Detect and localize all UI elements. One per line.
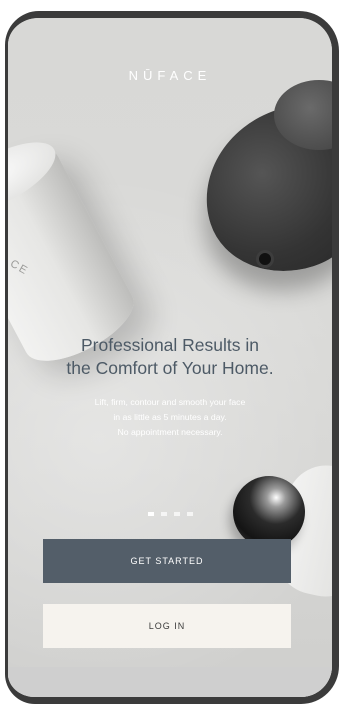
page-dot[interactable] [160, 512, 167, 516]
hero-headline: Professional Results in the Comfort of Y… [18, 334, 322, 380]
page-indicator [8, 512, 332, 516]
subtext-line-2: in as little as 5 minutes a day. [113, 412, 227, 422]
phone-chin [8, 667, 332, 697]
headline-line-1: Professional Results in [81, 335, 259, 355]
headline-line-2: the Comfort of Your Home. [66, 358, 274, 378]
phone-frame: CE NŪFACE Professional Results in the Co… [5, 11, 339, 704]
subtext-line-1: Lift, firm, contour and smooth your face [94, 397, 246, 407]
get-started-button[interactable]: GET STARTED [43, 539, 291, 583]
brand-logo: NŪFACE [128, 68, 212, 83]
page-dot[interactable] [147, 512, 154, 516]
product-image-dark-device [183, 80, 332, 293]
page-dot[interactable] [173, 512, 180, 516]
dark-device-port [256, 250, 274, 268]
subtext-line-3: No appointment necessary. [117, 427, 223, 437]
page-dot[interactable] [186, 512, 193, 516]
onboarding-screen: CE NŪFACE Professional Results in the Co… [8, 18, 332, 697]
hero-subtext: Lift, firm, contour and smooth your face… [18, 395, 322, 440]
login-button[interactable]: LOG IN [43, 604, 291, 648]
